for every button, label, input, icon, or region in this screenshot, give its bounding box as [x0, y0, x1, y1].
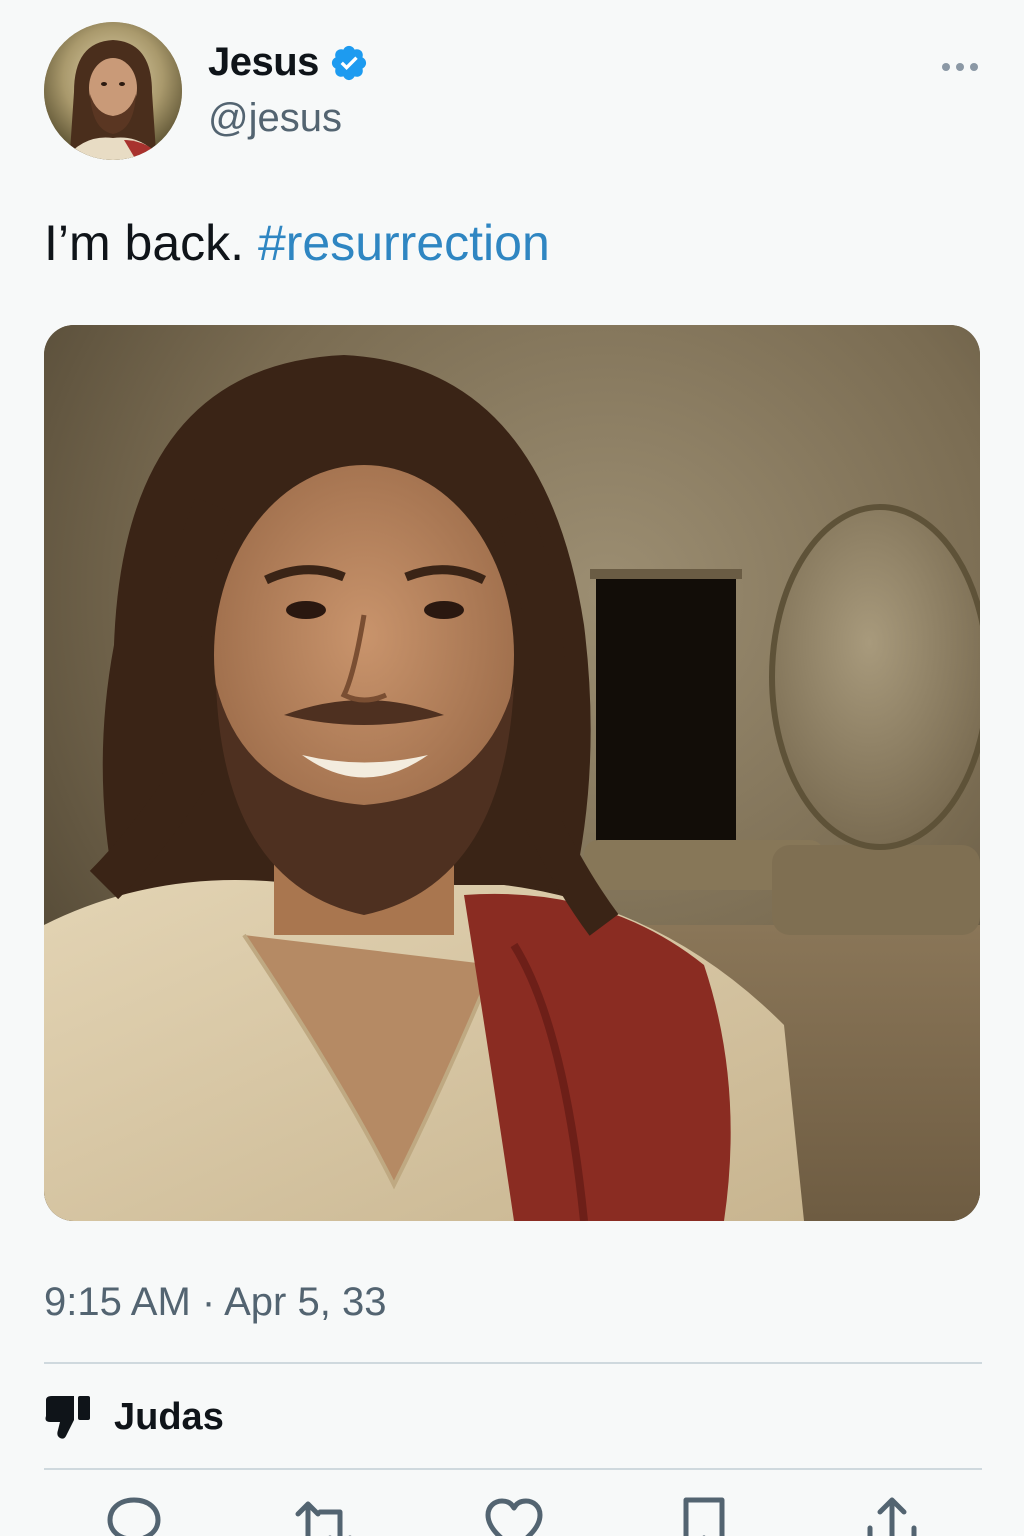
social-context-label: Judas — [114, 1395, 224, 1438]
hashtag-link[interactable]: #resurrection — [258, 215, 550, 271]
tweet-action-bar — [0, 1490, 1024, 1536]
share-icon[interactable] — [862, 1496, 922, 1536]
tweet-card: Jesus @jesus I’m back. #resurrection 9:1… — [0, 0, 1024, 1536]
photo-image — [44, 325, 980, 1221]
timestamp-time: 9:15 AM — [44, 1280, 191, 1324]
thumbs-down-icon — [45, 1396, 90, 1439]
divider-top — [44, 1362, 982, 1364]
tweet-text-plain: I’m back. — [44, 215, 258, 271]
heart-icon[interactable] — [484, 1496, 544, 1536]
retweet-icon[interactable] — [294, 1496, 354, 1536]
divider-bottom — [44, 1468, 982, 1470]
author-display-name[interactable]: Jesus — [208, 40, 319, 85]
timestamp-date: Apr 5, 33 — [224, 1280, 387, 1324]
timestamp-separator: · — [190, 1280, 225, 1324]
avatar-portrait-image — [44, 22, 182, 160]
tweet-photo[interactable] — [44, 325, 980, 1221]
verified-badge-icon — [331, 45, 367, 80]
author-handle[interactable]: @jesus — [208, 96, 342, 141]
social-context-row[interactable]: Judas — [44, 1394, 224, 1440]
avatar[interactable] — [44, 22, 182, 160]
author-name-row[interactable]: Jesus — [208, 40, 369, 85]
tweet-timestamp[interactable]: 9:15 AM · Apr 5, 33 — [44, 1280, 386, 1325]
reply-icon[interactable] — [104, 1496, 164, 1536]
bookmark-icon[interactable] — [674, 1496, 734, 1536]
more-options-icon[interactable] — [940, 54, 980, 80]
tweet-text: I’m back. #resurrection — [44, 214, 550, 272]
